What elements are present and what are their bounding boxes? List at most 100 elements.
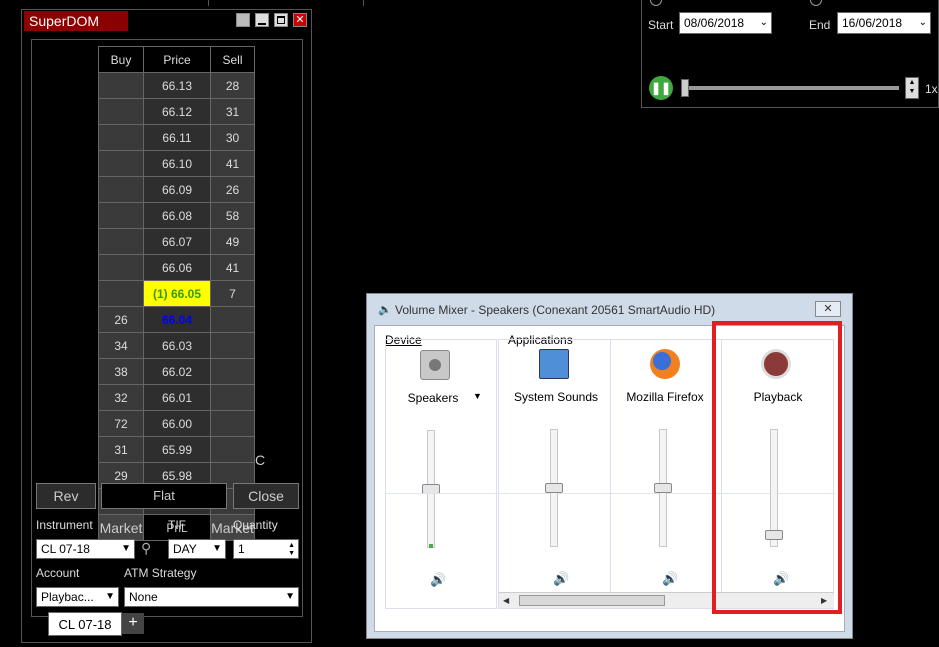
tif-select[interactable]: DAY ▼: [168, 539, 226, 559]
sell-cell[interactable]: 30: [210, 124, 255, 151]
tif-label: TIF: [168, 518, 186, 532]
atm-strategy-select[interactable]: None ▼: [124, 587, 299, 607]
start-label: Start: [648, 18, 674, 32]
device-name[interactable]: Speakers: [378, 391, 488, 405]
search-icon[interactable]: ⚲: [141, 540, 151, 557]
ladder-row: 66.06 41: [98, 254, 255, 281]
chevron-down-icon: ▼: [285, 591, 295, 602]
buy-cell[interactable]: 32: [98, 384, 144, 411]
buy-cell[interactable]: [98, 72, 144, 99]
pnl-unit-label: C: [255, 452, 266, 468]
price-cell: 66.02: [143, 358, 211, 385]
buy-cell[interactable]: [98, 150, 144, 177]
replay-progress-track[interactable]: [687, 86, 899, 90]
close-position-button[interactable]: Close: [233, 483, 299, 509]
buy-cell[interactable]: 38: [98, 358, 144, 385]
sell-cell[interactable]: 58: [210, 202, 255, 229]
firefox-label: Mozilla Firefox: [626, 390, 704, 404]
ladder-row: 66.11 30: [98, 124, 255, 151]
sell-cell[interactable]: 41: [210, 150, 255, 177]
ladder-row: 32 66.01: [98, 384, 255, 411]
buy-cell[interactable]: [98, 228, 144, 255]
sell-cell[interactable]: 41: [210, 254, 255, 281]
chevron-down-icon[interactable]: ▼: [473, 391, 482, 401]
device-channel: Speakers ▼ 🔊: [385, 339, 497, 609]
chevron-down-icon: ▼: [121, 543, 131, 554]
position-display: Flat: [101, 483, 227, 509]
buy-market-button[interactable]: Market: [98, 514, 144, 541]
buy-cell[interactable]: [98, 124, 144, 151]
sell-cell[interactable]: [210, 332, 255, 359]
ladder-row: 66.10 41: [98, 150, 255, 177]
sell-cell[interactable]: 7: [210, 280, 255, 307]
price-cell: 66.08: [143, 202, 211, 229]
buy-cell[interactable]: [98, 98, 144, 125]
sell-cell[interactable]: 49: [210, 228, 255, 255]
end-date-picker[interactable]: 16/06/2018 ⌄: [837, 12, 931, 34]
sell-cell[interactable]: [210, 410, 255, 437]
quantity-stepper[interactable]: 1 ▲ ▼: [233, 539, 299, 559]
speaker-small-icon: 🔈: [378, 304, 392, 316]
buy-cell[interactable]: [98, 202, 144, 229]
buy-cell[interactable]: 26: [98, 306, 144, 333]
sell-cell[interactable]: [210, 358, 255, 385]
radio-market-replay[interactable]: [650, 0, 662, 6]
system-sounds-channel: System Sounds 🔊: [499, 339, 611, 609]
tif-value: DAY: [173, 542, 197, 556]
background-line: [363, 0, 364, 6]
instrument-select[interactable]: CL 07-18 ▼: [36, 539, 135, 559]
pause-icon[interactable]: ❚❚: [649, 76, 673, 100]
ladder-row: 66.08 58: [98, 202, 255, 229]
buy-cell[interactable]: 31: [98, 436, 144, 463]
buy-cell[interactable]: [98, 254, 144, 281]
account-value: Playbac...: [41, 590, 94, 604]
speaker-mute-icon[interactable]: 🔊: [430, 572, 446, 588]
buy-cell[interactable]: [98, 280, 144, 307]
close-icon[interactable]: ✕: [293, 13, 307, 27]
ladder-row: 38 66.02: [98, 358, 255, 385]
minimize-icon[interactable]: [255, 13, 269, 27]
sell-cell[interactable]: [210, 306, 255, 333]
speaker-mute-icon[interactable]: 🔊: [662, 571, 678, 587]
price-cell: 66.01: [143, 384, 211, 411]
sell-cell[interactable]: 31: [210, 98, 255, 125]
ladder-row: 26 66.04: [98, 306, 255, 333]
ladder-row: 66.12 31: [98, 98, 255, 125]
speed-stepper[interactable]: ▲ ▼: [905, 77, 919, 99]
scroll-left-icon[interactable]: ◀: [503, 596, 509, 605]
buy-cell[interactable]: 72: [98, 410, 144, 437]
price-cell: 66.13: [143, 72, 211, 99]
system-sounds-volume-thumb[interactable]: [545, 483, 563, 493]
replay-progress-handle[interactable]: [681, 79, 689, 97]
speaker-mute-icon[interactable]: 🔊: [553, 571, 569, 587]
firefox-volume-thumb[interactable]: [654, 483, 672, 493]
sell-cell[interactable]: 28: [210, 72, 255, 99]
sell-cell[interactable]: [210, 436, 255, 463]
last-price-cell: (1) 66.05: [143, 280, 211, 307]
add-tab-button[interactable]: +: [122, 613, 144, 634]
buy-cell[interactable]: 34: [98, 332, 144, 359]
chevron-down-icon: ▼: [212, 543, 222, 554]
maximize-icon[interactable]: [274, 13, 288, 27]
sell-cell[interactable]: 26: [210, 176, 255, 203]
price-cell: 66.09: [143, 176, 211, 203]
account-select[interactable]: Playbac... ▼: [36, 587, 119, 607]
sell-cell[interactable]: [210, 384, 255, 411]
stepper-arrows-icon[interactable]: ▲ ▼: [288, 542, 295, 558]
price-column-header: Price: [143, 46, 211, 73]
buy-cell[interactable]: [98, 176, 144, 203]
ladder-row: 34 66.03: [98, 332, 255, 359]
chevron-down-icon: ⌄: [918, 17, 927, 28]
start-date-picker[interactable]: 08/06/2018 ⌄: [679, 12, 772, 34]
buy-column-header: Buy: [98, 46, 144, 73]
tab-cl-07-18[interactable]: CL 07-18: [48, 612, 122, 636]
superdom-window: SuperDOM ✕ Buy Price Sell 66.13 28 66.12 3…: [21, 9, 312, 643]
reverse-button[interactable]: Rev: [36, 483, 96, 509]
close-icon[interactable]: ✕: [815, 301, 841, 317]
window-title: SuperDOM: [24, 11, 128, 31]
radio-historical[interactable]: [810, 0, 822, 6]
window-settings-button[interactable]: [236, 13, 250, 27]
scrollbar-thumb[interactable]: [519, 595, 665, 606]
ladder-row: 72 66.00: [98, 410, 255, 437]
price-cell: 66.11: [143, 124, 211, 151]
